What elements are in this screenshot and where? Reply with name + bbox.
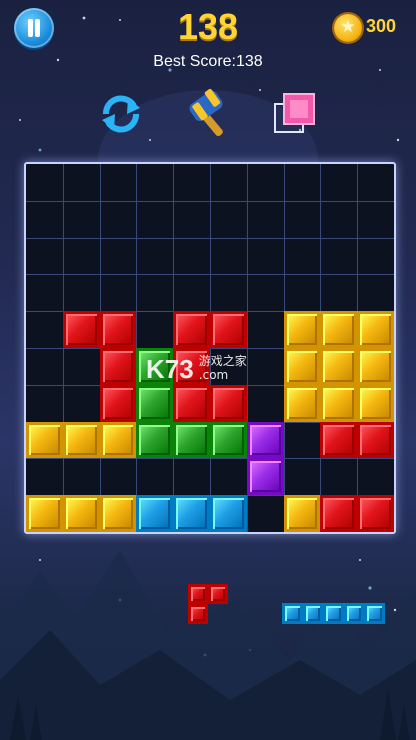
grid-line: [26, 458, 394, 460]
board-block-red: [62, 311, 100, 348]
piece-block-red: [188, 584, 208, 604]
game-board[interactable]: [24, 162, 396, 534]
board-block-yellow: [283, 384, 321, 422]
board-block-red: [320, 421, 358, 459]
board-block-red: [210, 311, 247, 348]
board-block-red: [210, 384, 247, 422]
board-block-yellow: [357, 311, 394, 348]
board-block-yellow: [357, 384, 394, 422]
board-block-yellow: [62, 421, 100, 459]
best-score: Best Score:138: [0, 53, 416, 71]
piece-block-blue: [343, 603, 364, 624]
coin-count: 300: [366, 16, 397, 36]
board-block-green: [173, 421, 210, 459]
piece-block-red: [208, 584, 228, 604]
board-block-red: [357, 421, 394, 459]
watermark: K73 游戏之家 .com: [146, 354, 247, 385]
hammer-icon[interactable]: [186, 88, 234, 138]
board-block-purple: [246, 458, 284, 496]
coin-icon: ★: [334, 14, 362, 42]
board-block-green: [136, 421, 174, 459]
watermark-main: K73: [146, 354, 194, 384]
best-score-value: 138: [236, 53, 263, 70]
piece-block-blue: [282, 603, 303, 624]
board-block-blue: [210, 495, 247, 532]
board-block-green: [136, 384, 174, 422]
board-block-yellow: [320, 348, 358, 385]
board-block-yellow: [357, 348, 394, 385]
board-block-yellow: [320, 384, 358, 422]
best-score-label: Best Score:: [153, 53, 236, 70]
board-block-yellow: [283, 495, 321, 532]
watermark-sub: 游戏之家: [198, 354, 247, 368]
board-block-red: [320, 495, 358, 532]
board-block-yellow: [283, 348, 321, 385]
board-block-yellow: [26, 421, 63, 459]
board-block-yellow: [99, 421, 137, 459]
piece-block-blue: [364, 603, 385, 624]
board-block-purple: [246, 421, 284, 459]
board-block-blue: [173, 495, 210, 532]
board-block-yellow: [283, 311, 321, 348]
board-block-red: [99, 348, 137, 385]
board-block-yellow: [62, 495, 100, 532]
piece-block-blue: [302, 603, 323, 624]
board-block-red: [173, 311, 210, 348]
piece-block-red: [188, 604, 208, 624]
board-block-yellow: [320, 311, 358, 348]
board-block-yellow: [99, 495, 137, 532]
board-block-yellow: [26, 495, 63, 532]
refresh-icon[interactable]: [98, 92, 144, 136]
board-block-red: [99, 311, 137, 348]
mountain-silhouette: [0, 550, 416, 740]
single-block-icon[interactable]: [272, 92, 318, 136]
piece-block-blue: [323, 603, 344, 624]
board-block-green: [210, 421, 247, 459]
board-block-red: [357, 495, 394, 532]
watermark-domain: .com: [198, 368, 229, 382]
board-block-red: [99, 384, 137, 422]
board-block-red: [173, 384, 210, 422]
board-block-blue: [136, 495, 174, 532]
